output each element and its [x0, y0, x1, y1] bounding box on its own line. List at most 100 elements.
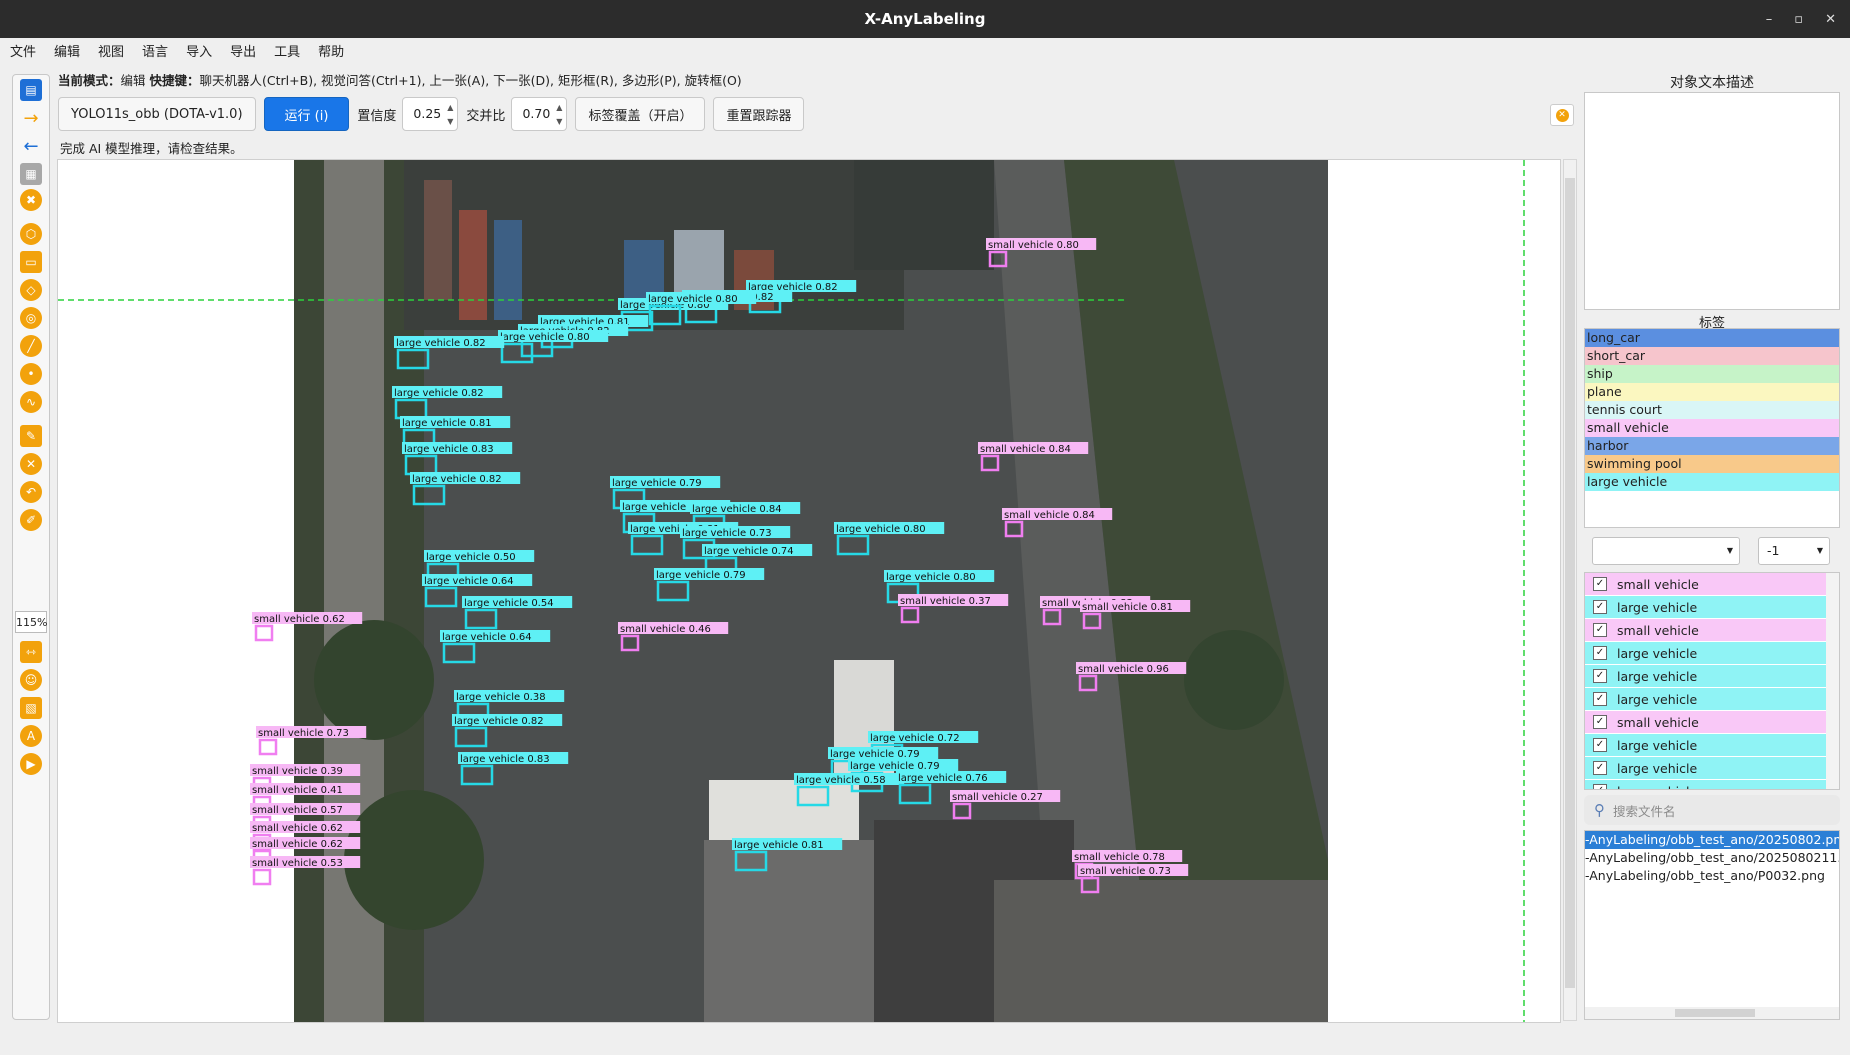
large-vehicle-detection[interactable]: large vehicle 0.82	[410, 472, 521, 506]
open-folder-icon[interactable]: ▤	[20, 79, 42, 101]
object-item[interactable]: ✓ large vehicle	[1585, 688, 1839, 711]
object-item[interactable]: ✓ small vehicle	[1585, 619, 1839, 642]
checkbox[interactable]: ✓	[1593, 600, 1607, 614]
image-canvas[interactable]: small vehicle 0.80 large vehicle 0.82 larg…	[57, 159, 1561, 1023]
large-vehicle-detection[interactable]: large vehicle 0.82	[394, 336, 505, 370]
small-vehicle-detection[interactable]: small vehicle 0.84	[978, 442, 1089, 472]
small-vehicle-detection[interactable]: small vehicle 0.96	[1076, 662, 1187, 692]
restore-icon[interactable]: ▫	[1794, 12, 1803, 27]
file-search[interactable]: ⚲ 搜索文件名	[1584, 795, 1840, 825]
small-vehicle-detection[interactable]: small vehicle 0.73	[1078, 864, 1189, 894]
menu-edit[interactable]: 编辑	[54, 41, 80, 60]
object-item[interactable]: ✓ small vehicle	[1585, 711, 1839, 734]
small-vehicle-detection[interactable]: small vehicle 0.62	[252, 612, 363, 642]
spin-up-icon[interactable]: ▲	[556, 103, 562, 113]
delete-file-icon[interactable]: ✖	[20, 189, 42, 211]
canvas-scrollbar[interactable]	[1563, 159, 1577, 1021]
label-item[interactable]: harbor	[1585, 437, 1839, 455]
menu-language[interactable]: 语言	[142, 41, 168, 60]
menu-file[interactable]: 文件	[10, 41, 36, 60]
label-item[interactable]: short_car	[1585, 347, 1839, 365]
large-vehicle-detection[interactable]: large vehicle 0.79	[654, 568, 765, 602]
rectangle-icon[interactable]: ▭	[20, 251, 42, 273]
large-vehicle-detection[interactable]: large vehicle 0.82	[392, 386, 503, 420]
checkbox[interactable]: ✓	[1593, 738, 1607, 752]
file-item[interactable]: -AnyLabeling/obb_test_ano/P0032.png	[1585, 867, 1839, 885]
checkbox[interactable]: ✓	[1593, 715, 1607, 729]
save-icon[interactable]: ▦	[20, 163, 42, 185]
close-icon[interactable]: ✕	[1825, 12, 1836, 27]
label-item[interactable]: large vehicle	[1585, 473, 1839, 491]
checkbox[interactable]: ✓	[1593, 692, 1607, 706]
linestrip-icon[interactable]: ∿	[20, 391, 42, 413]
model-select[interactable]: YOLO11s_obb (DOTA-v1.0)	[58, 97, 256, 131]
menu-export[interactable]: 导出	[230, 41, 256, 60]
next-image-icon[interactable]: →	[20, 107, 42, 129]
prev-image-icon[interactable]: ←	[20, 135, 42, 157]
small-vehicle-detection[interactable]: small vehicle 0.27	[950, 790, 1061, 820]
large-vehicle-detection[interactable]: large vehicle 0.83	[458, 752, 569, 786]
object-item[interactable]: ✓ large vehicle	[1585, 596, 1839, 619]
file-item[interactable]: -AnyLabeling/obb_test_ano/20250802.png	[1585, 831, 1839, 849]
reset-tracker-button[interactable]: 重置跟踪器	[713, 97, 805, 131]
menu-import[interactable]: 导入	[186, 41, 212, 60]
large-vehicle-detection[interactable]: large vehicle 0.83	[402, 442, 513, 476]
large-vehicle-detection[interactable]: large vehicle 0.81	[732, 838, 843, 872]
play-icon[interactable]: ▶	[20, 753, 42, 775]
checkbox[interactable]: ✓	[1593, 577, 1607, 591]
description-textbox[interactable]	[1584, 92, 1840, 310]
circle-icon[interactable]: ◎	[20, 307, 42, 329]
large-vehicle-detection[interactable]: large vehicle 0.64	[440, 630, 551, 664]
menu-view[interactable]: 视图	[98, 41, 124, 60]
file-list-scrollbar[interactable]	[1585, 1007, 1839, 1019]
menu-tools[interactable]: 工具	[274, 41, 300, 60]
large-vehicle-detection[interactable]: large vehicle 0.82	[452, 714, 563, 748]
object-item[interactable]: ✓ large vehicle	[1585, 780, 1839, 789]
conf-spinbox[interactable]: 0.25 ▲ ▼	[402, 97, 459, 131]
checkbox[interactable]: ✓	[1593, 761, 1607, 775]
fit-width-icon[interactable]: ⇿	[20, 641, 42, 663]
object-item[interactable]: ✓ small vehicle	[1585, 573, 1839, 596]
checkbox[interactable]: ✓	[1593, 646, 1607, 660]
small-vehicle-detection[interactable]: small vehicle 0.37	[898, 594, 1009, 624]
brush-icon[interactable]: ✐	[20, 509, 42, 531]
small-vehicle-detection[interactable]: small vehicle 0.84	[1002, 508, 1113, 538]
object-item[interactable]: ✓ large vehicle	[1585, 642, 1839, 665]
rotation-box-icon[interactable]: ◇	[20, 279, 42, 301]
close-ai-panel-button[interactable]: ✕	[1550, 104, 1574, 126]
overlay-button[interactable]: 标签覆盖（开启）	[575, 97, 706, 131]
small-vehicle-detection[interactable]: small vehicle 0.81	[1080, 600, 1191, 630]
checkbox[interactable]: ✓	[1593, 623, 1607, 637]
image-icon[interactable]: ▧	[20, 697, 42, 719]
spin-down-icon[interactable]: ▼	[447, 117, 453, 127]
small-vehicle-detection[interactable]: small vehicle 0.46	[618, 622, 729, 652]
run-button[interactable]: 运行 (i)	[263, 97, 350, 131]
ai-icon[interactable]: A	[20, 725, 42, 747]
line-icon[interactable]: ╱	[20, 335, 42, 357]
zoom-field[interactable]: 115%	[15, 611, 47, 633]
group-id-select[interactable]: -1 ▼	[1758, 537, 1830, 565]
group-select[interactable]: ▼	[1592, 537, 1740, 565]
label-item[interactable]: small vehicle	[1585, 419, 1839, 437]
polygon-icon[interactable]: ⬡	[20, 223, 42, 245]
large-vehicle-detection[interactable]: large vehicle 0.58	[794, 773, 905, 807]
object-item[interactable]: ✓ large vehicle	[1585, 665, 1839, 688]
delete-shape-icon[interactable]: ✕	[20, 453, 42, 475]
undo-icon[interactable]: ↶	[20, 481, 42, 503]
edit-icon[interactable]: ✎	[20, 425, 42, 447]
file-item[interactable]: -AnyLabeling/obb_test_ano/2025080211.jpg	[1585, 849, 1839, 867]
spin-up-icon[interactable]: ▲	[447, 103, 453, 113]
minimize-icon[interactable]: –	[1766, 12, 1773, 27]
large-vehicle-detection[interactable]: large vehicle 0.54	[462, 596, 573, 630]
object-item[interactable]: ✓ large vehicle	[1585, 757, 1839, 780]
label-item[interactable]: tennis court	[1585, 401, 1839, 419]
checkbox[interactable]: ✓	[1593, 784, 1607, 789]
auto-label-icon[interactable]: ☺	[20, 669, 42, 691]
menu-help[interactable]: 帮助	[318, 41, 344, 60]
large-vehicle-detection[interactable]: large vehicle 0.80	[834, 522, 945, 556]
small-vehicle-detection[interactable]: small vehicle 0.73	[256, 726, 367, 756]
label-item[interactable]: long_car	[1585, 329, 1839, 347]
label-item[interactable]: swimming pool	[1585, 455, 1839, 473]
object-list-scrollbar[interactable]	[1826, 573, 1839, 789]
spin-down-icon[interactable]: ▼	[556, 117, 562, 127]
